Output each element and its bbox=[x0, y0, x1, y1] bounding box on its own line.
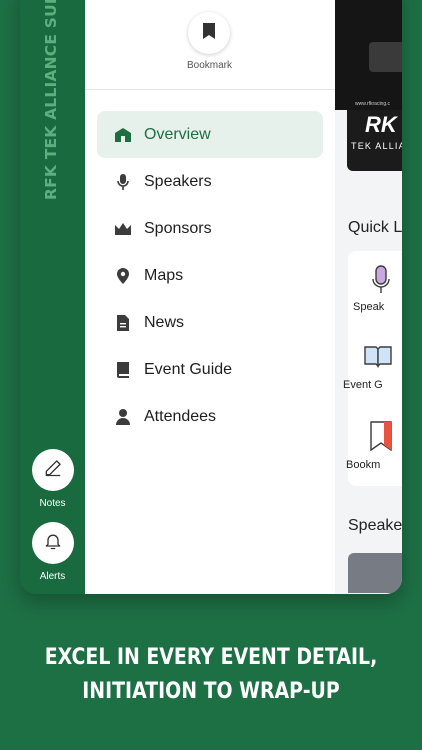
side-rail: RFK TEK ALLIANCE SUMMIT Notes Alerts bbox=[20, 0, 85, 594]
nav-label: News bbox=[144, 313, 185, 331]
pencil-icon bbox=[43, 458, 63, 483]
bookmark-icon bbox=[370, 421, 392, 456]
bookmark-icon bbox=[202, 22, 216, 45]
microphone-icon bbox=[114, 173, 132, 191]
nav-item-attendees[interactable]: Attendees bbox=[97, 393, 323, 440]
event-title: RFK TEK ALLIANCE SUMMIT bbox=[42, 0, 60, 200]
book-icon bbox=[114, 361, 132, 379]
crown-icon bbox=[114, 220, 132, 238]
nav-item-speakers[interactable]: Speakers bbox=[97, 158, 323, 205]
alerts-label: Alerts bbox=[39, 571, 66, 582]
alerts-button[interactable]: Alerts bbox=[31, 522, 74, 582]
event-banner-image[interactable]: www.rfkracing.c bbox=[335, 0, 402, 110]
quick-links-title: Quick L bbox=[348, 219, 402, 236]
book-open-icon bbox=[363, 344, 393, 373]
tagline-line-2: INITIATION TO WRAP-UP bbox=[82, 677, 340, 704]
promo-tagline: EXCEL IN EVERY EVENT DETAIL, INITIATION … bbox=[34, 641, 388, 709]
nav-label: Speakers bbox=[144, 172, 212, 190]
quick-link-label: Event G bbox=[343, 379, 383, 391]
notes-label: Notes bbox=[39, 498, 66, 509]
bookmark-button[interactable]: Bookmark bbox=[187, 12, 233, 71]
nav-item-news[interactable]: News bbox=[97, 299, 323, 346]
navigation-drawer: Bookmark Overview Speakers Sponsors Maps… bbox=[85, 0, 335, 594]
top-buttons bbox=[113, 0, 293, 2]
speaker-card[interactable] bbox=[348, 553, 402, 593]
bell-icon bbox=[43, 531, 63, 556]
person-icon bbox=[114, 408, 132, 426]
nav-label: Sponsors bbox=[144, 219, 212, 237]
quick-link-label: Bookm bbox=[346, 459, 381, 471]
nav-label: Event Guide bbox=[144, 360, 233, 378]
nav-item-sponsors[interactable]: Sponsors bbox=[97, 205, 323, 252]
document-icon bbox=[114, 314, 132, 332]
nav-item-maps[interactable]: Maps bbox=[97, 252, 323, 299]
map-pin-icon bbox=[114, 267, 132, 285]
notes-button[interactable]: Notes bbox=[31, 449, 74, 509]
banner-url: www.rfkracing.c bbox=[355, 101, 391, 107]
app-window: RFK TEK ALLIANCE SUMMIT Notes Alerts Boo… bbox=[20, 0, 402, 594]
drawer-divider bbox=[85, 89, 335, 90]
nav-label: Overview bbox=[144, 125, 211, 143]
main-content: www.rfkracing.c RK TEK ALLIA Quick L Spe… bbox=[335, 0, 402, 594]
sponsor-logo-banner[interactable]: RK TEK ALLIA bbox=[347, 110, 402, 171]
speakers-section-title: Speake bbox=[348, 517, 402, 534]
nav-item-event-guide[interactable]: Event Guide bbox=[97, 346, 323, 393]
nav-label: Maps bbox=[144, 266, 184, 284]
quick-link-label: Speak bbox=[353, 301, 385, 313]
tagline-line-1: EXCEL IN EVERY EVENT DETAIL, bbox=[44, 644, 378, 670]
logo-text: RK bbox=[365, 112, 397, 137]
nav-label: Attendees bbox=[144, 407, 217, 425]
banner-text: TEK ALLIA bbox=[351, 141, 402, 151]
bookmark-label: Bookmark bbox=[187, 60, 233, 71]
quick-links-card: Speak Event G Bookm bbox=[343, 251, 402, 486]
nav-list: Overview Speakers Sponsors Maps News Eve… bbox=[97, 111, 323, 440]
microphone-icon bbox=[370, 265, 392, 300]
nav-item-overview[interactable]: Overview bbox=[97, 111, 323, 158]
home-icon bbox=[114, 126, 132, 144]
race-car-image bbox=[369, 42, 402, 72]
